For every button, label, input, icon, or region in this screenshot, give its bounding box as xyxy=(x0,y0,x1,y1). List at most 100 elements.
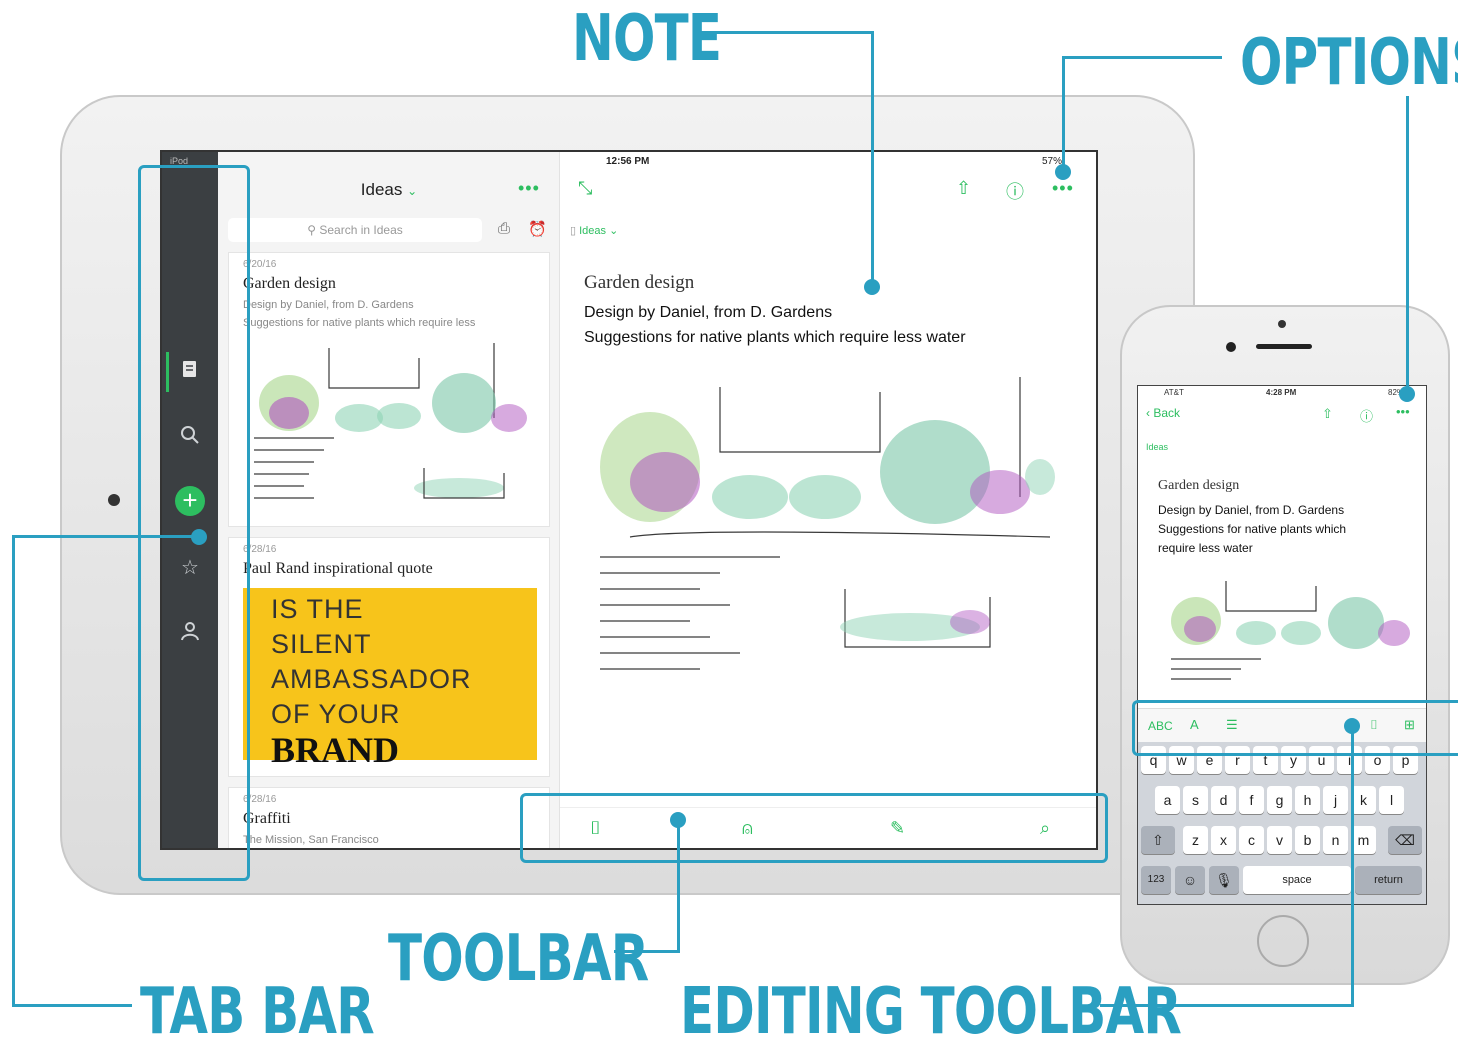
options-callout: OPTIONS xyxy=(1240,26,1458,100)
editing-toolbar-connector xyxy=(1351,726,1354,1007)
garden-sketch-image xyxy=(600,377,1055,670)
key[interactable]: k xyxy=(1351,786,1376,814)
key[interactable]: m xyxy=(1351,826,1376,854)
note-title: Garden design xyxy=(243,275,336,292)
options-icon[interactable]: ••• xyxy=(1396,404,1410,419)
back-label: Back xyxy=(1153,406,1181,420)
options-connector xyxy=(1062,56,1065,172)
scan-icon[interactable]: ⎙ xyxy=(498,220,510,237)
note-text[interactable]: require less water xyxy=(1158,541,1253,555)
note-text[interactable]: Suggestions for native plants which requ… xyxy=(584,329,966,347)
key[interactable]: s xyxy=(1183,786,1208,814)
iphone-front-camera xyxy=(1278,320,1286,328)
ipad-camera xyxy=(108,494,120,506)
notebook-label: Ideas xyxy=(1146,442,1169,452)
garden-sketch-image xyxy=(1171,581,1410,680)
note-connector xyxy=(871,31,874,287)
key[interactable]: z xyxy=(1183,826,1208,854)
note-connector xyxy=(712,31,874,34)
key[interactable]: f xyxy=(1239,786,1264,814)
space-key[interactable]: space xyxy=(1243,866,1351,894)
emoji-key[interactable]: ☺ xyxy=(1175,866,1205,894)
quote-line: AMBASSADOR xyxy=(271,664,472,694)
search-placeholder: Search in Ideas xyxy=(319,223,403,237)
notebook-selector-label: Ideas xyxy=(579,225,607,237)
notebook-selector[interactable]: ▯ Ideas ⌄ xyxy=(570,224,618,237)
options-icon[interactable]: ••• xyxy=(1052,178,1074,199)
expand-icon[interactable]: ⤡ xyxy=(578,178,592,199)
key[interactable]: h xyxy=(1295,786,1320,814)
keyboard: q w e r t y u i o p a s d f g h j k l ⇧ … xyxy=(1138,742,1426,904)
note-text[interactable]: Suggestions for native plants which xyxy=(1158,522,1346,536)
share-icon[interactable]: ⇧ xyxy=(1322,406,1333,422)
note-callout: NOTE xyxy=(572,2,722,76)
note-editor: 12:56 PM 57% ⤡ ⇧ ⓘ ••• ▯ Ideas ⌄ Garden … xyxy=(560,152,1096,848)
note-snippet: Suggestions for native plants which requ… xyxy=(243,317,476,329)
return-key[interactable]: return xyxy=(1355,866,1422,894)
garden-sketch-thumbnail xyxy=(254,343,527,499)
shift-key[interactable]: ⇧ xyxy=(1141,826,1175,854)
note-text[interactable]: Design by Daniel, from D. Gardens xyxy=(584,304,832,322)
toolbar-highlight xyxy=(520,793,1108,863)
tab-bar-callout: TAB BAR xyxy=(140,975,375,1049)
notebook-icon: ▯ xyxy=(570,225,577,237)
key[interactable]: x xyxy=(1211,826,1236,854)
key[interactable]: d xyxy=(1211,786,1236,814)
note-pointer xyxy=(864,279,880,295)
notebook-selector[interactable]: Ideas xyxy=(1146,442,1168,452)
note-snippet: Design by Daniel, from D. Gardens xyxy=(243,299,414,311)
tab-bar-connector xyxy=(12,535,15,1007)
note-title: Graffiti xyxy=(243,810,291,827)
info-icon[interactable]: ⓘ xyxy=(1006,178,1024,204)
tab-bar-connector xyxy=(12,535,198,538)
search-field[interactable]: ⚲ Search in Ideas xyxy=(228,218,482,242)
toolbar-connector xyxy=(614,950,680,953)
tab-bar-highlight xyxy=(138,165,250,881)
ipad-screen: iPod + ☆ Ideas ⌄ ••• ⚲ Search in Ideas ⎙… xyxy=(160,150,1098,850)
toolbar-callout: TOOLBAR xyxy=(388,922,649,996)
delete-key[interactable]: ⌫ xyxy=(1388,826,1422,854)
chevron-left-icon: ‹ xyxy=(1146,406,1150,420)
notebook-title[interactable]: Ideas ⌄ xyxy=(218,180,560,200)
note-snippet: The Mission, San Francisco xyxy=(243,834,379,846)
numbers-key[interactable]: 123 xyxy=(1141,866,1171,894)
key[interactable]: l xyxy=(1379,786,1404,814)
note-title[interactable]: Garden design xyxy=(584,272,694,294)
chevron-down-icon: ⌄ xyxy=(609,225,619,237)
options-connector xyxy=(1406,96,1409,392)
key[interactable]: b xyxy=(1295,826,1320,854)
key[interactable]: n xyxy=(1323,826,1348,854)
mic-key[interactable]: 🎙 xyxy=(1209,866,1239,894)
options-pointer xyxy=(1055,164,1071,180)
status-time: 12:56 PM xyxy=(606,156,650,167)
note-title[interactable]: Garden design xyxy=(1158,478,1239,494)
editing-toolbar-highlight xyxy=(1132,700,1458,756)
tab-bar-connector xyxy=(12,1004,132,1007)
key[interactable]: c xyxy=(1239,826,1264,854)
note-text[interactable]: Design by Daniel, from D. Gardens xyxy=(1158,503,1344,517)
key[interactable]: g xyxy=(1267,786,1292,814)
key[interactable]: j xyxy=(1323,786,1348,814)
share-icon[interactable]: ⇧ xyxy=(956,178,971,199)
quote-line: OF YOUR xyxy=(271,699,401,729)
reminder-icon[interactable]: ⏰ xyxy=(528,220,547,238)
iphone-screen: AT&T 4:28 PM 82% ‹ Back ⇧ ⓘ ••• Ideas Ga… xyxy=(1137,385,1427,905)
notebook-title-text: Ideas xyxy=(360,180,403,199)
key[interactable]: a xyxy=(1155,786,1180,814)
iphone-home-button[interactable] xyxy=(1257,915,1309,967)
iphone-speaker xyxy=(1256,344,1312,349)
iphone-camera-dot xyxy=(1226,342,1236,352)
note-title: Paul Rand inspirational quote xyxy=(243,560,433,577)
back-button[interactable]: ‹ Back xyxy=(1146,406,1180,420)
toolbar-connector xyxy=(677,820,680,953)
list-item[interactable]: 6/20/16 Garden design Design by Daniel, … xyxy=(228,252,550,527)
info-icon[interactable]: ⓘ xyxy=(1360,406,1373,425)
key[interactable]: v xyxy=(1267,826,1292,854)
options-pointer xyxy=(1399,386,1415,402)
list-options-icon[interactable]: ••• xyxy=(518,178,540,199)
chevron-down-icon: ⌄ xyxy=(407,184,418,198)
list-item[interactable]: 6/28/16 Graffiti The Mission, San Franci… xyxy=(228,787,550,848)
search-field-icon: ⚲ xyxy=(307,223,317,237)
list-item[interactable]: 6/28/16 Paul Rand inspirational quote IS… xyxy=(228,537,550,777)
quote-brand: BRAND xyxy=(271,730,400,770)
